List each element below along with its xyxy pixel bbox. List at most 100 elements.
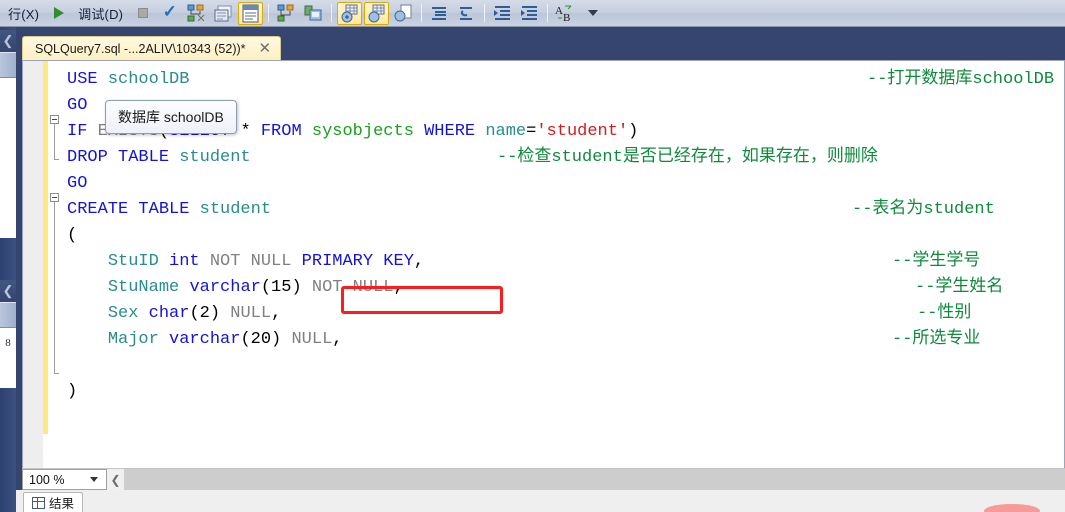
editor-fold-column[interactable] xyxy=(48,61,64,504)
results-to-file-alt-button[interactable] xyxy=(391,2,416,25)
client-statistics-icon xyxy=(304,5,322,20)
code-token: GO xyxy=(67,174,88,193)
parse-button[interactable]: ✓ xyxy=(157,2,182,25)
spell-check-icon: A B xyxy=(555,5,572,23)
code-token: WHERE xyxy=(424,122,486,141)
decrease-indent-button[interactable] xyxy=(490,2,515,25)
fold-toggle-if-block[interactable] xyxy=(50,115,59,124)
code-token: , xyxy=(413,252,425,271)
zoom-level-combobox[interactable]: 100 % xyxy=(22,469,107,490)
code-token: = xyxy=(526,122,537,141)
stop-button[interactable] xyxy=(130,2,155,25)
spelling-button[interactable]: A B xyxy=(553,2,578,25)
results-to-text-button[interactable] xyxy=(238,1,264,25)
fold-bracket-line-1 xyxy=(54,124,55,160)
code-token: (20) xyxy=(240,330,292,349)
zoom-level-value: 100 % xyxy=(29,472,65,487)
include-client-statistics-button[interactable] xyxy=(301,2,326,25)
stop-square-icon xyxy=(137,8,148,18)
execute-button[interactable] xyxy=(46,2,71,25)
code-token: StuName xyxy=(107,278,190,297)
code-comment: --学生姓名 xyxy=(915,278,1004,297)
results-to-file-button[interactable] xyxy=(364,1,390,25)
code-token: DROP TABLE xyxy=(67,148,180,167)
chevron-left-icon-scroll: ❮ xyxy=(110,472,121,487)
code-token: CREATE TABLE xyxy=(67,200,200,219)
code-token: NULL xyxy=(291,330,333,349)
display-estimated-plan-button[interactable] xyxy=(184,2,209,25)
tooltip-text: 数据库 schoolDB xyxy=(118,109,224,125)
chevron-down-icon xyxy=(587,10,598,16)
code-token: NOT NULL xyxy=(209,252,302,271)
increase-indent-button[interactable] xyxy=(517,2,542,25)
properties-tab[interactable] xyxy=(0,302,16,328)
code-token: ( xyxy=(67,226,78,245)
fold-bracket-line-2 xyxy=(54,202,55,374)
hscroll-left-button[interactable]: ❮ xyxy=(107,469,124,490)
intellisense-tooltip: 数据库 schoolDB xyxy=(105,100,237,134)
comment-lines-icon xyxy=(432,6,447,20)
svg-text:A: A xyxy=(555,5,563,17)
code-token: StuID xyxy=(107,252,170,271)
editor-status-bar: 100 % ❮ xyxy=(22,468,1065,490)
code-line: Sex char(2) NULL, --性别 xyxy=(67,301,1062,327)
document-tab-sqlquery7[interactable]: SQLQuery7.sql -...2ALIV\10343 (52))* ✕ xyxy=(22,36,282,61)
query-toolbar: 行(X) 调试(D) ✓ A B xyxy=(0,0,1065,27)
code-comment: --表名为student xyxy=(852,200,995,219)
estimated-plan-icon xyxy=(187,4,205,21)
code-token: FROM xyxy=(260,122,312,141)
code-line: DROP TABLE student --检查student是否已经存在，如果存在… xyxy=(67,145,1062,171)
code-token: student xyxy=(199,200,272,219)
menu-debug[interactable]: 调试(D) xyxy=(72,4,129,23)
code-comment: --打开数据库schoolDB xyxy=(867,70,1055,89)
code-line: GO xyxy=(67,171,1062,197)
dock-stub-number: 8 xyxy=(5,337,11,349)
code-token: char xyxy=(148,304,190,323)
include-actual-plan-button[interactable] xyxy=(274,2,299,25)
results-tab[interactable]: 结果 xyxy=(23,492,84,512)
svg-text:B: B xyxy=(563,12,570,23)
uncomment-lines-icon xyxy=(460,6,473,20)
results-panel-bar: 结果 xyxy=(16,490,1065,512)
document-tab-title: SQLQuery7.sql -...2ALIV\10343 (52))* xyxy=(35,42,246,56)
chevron-left-icon: ❮ xyxy=(2,33,14,48)
toolbar-overflow-button[interactable] xyxy=(580,2,605,25)
object-explorer-tab[interactable] xyxy=(0,52,16,78)
code-token: , xyxy=(332,330,343,349)
code-token: (2) xyxy=(189,304,231,323)
toolbar-divider-3 xyxy=(421,4,423,22)
comment-lines-button[interactable] xyxy=(427,2,452,25)
hscroll-track[interactable] xyxy=(124,469,1065,490)
code-line: USE schoolDB --打开数据库schoolDB xyxy=(67,67,1062,93)
query-options-button[interactable] xyxy=(211,2,236,25)
results-to-grid-button[interactable] xyxy=(337,1,363,25)
code-comment: --检查student是否已经存在，如果存在，则删除 xyxy=(497,148,878,167)
fold-bracket-foot-2 xyxy=(54,373,59,374)
code-token: varchar xyxy=(169,330,241,349)
properties-expand-button[interactable]: ❮ xyxy=(0,280,16,302)
fold-bracket-foot-1 xyxy=(54,159,59,160)
code-token: Major xyxy=(107,330,170,349)
close-icon[interactable]: ✕ xyxy=(256,41,275,58)
results-to-text-icon xyxy=(242,4,259,22)
code-token: PRIMARY KEY xyxy=(301,252,414,271)
play-icon xyxy=(53,7,64,19)
decorative-blob xyxy=(984,504,1040,512)
document-area: SQLQuery7.sql -...2ALIV\10343 (52))* ✕ U… xyxy=(16,27,1065,512)
uncomment-lines-button[interactable] xyxy=(454,2,479,25)
results-to-file-icon xyxy=(368,4,385,22)
code-token: NULL xyxy=(230,304,272,323)
fold-toggle-create-block[interactable] xyxy=(50,193,59,202)
toolbar-divider-2 xyxy=(331,4,333,22)
code-token: ) xyxy=(67,382,78,401)
sql-editor[interactable]: USE schoolDB--打开数据库schoolDBGOIF EXISTS(S… xyxy=(22,60,1065,505)
code-token: Sex xyxy=(107,304,149,323)
menu-run[interactable]: 行(X) xyxy=(2,4,45,23)
code-token: name xyxy=(485,122,527,141)
toolbar-divider-4 xyxy=(484,4,486,22)
object-explorer-expand-button[interactable]: ❮ xyxy=(0,30,16,52)
ssms-window: 行(X) 调试(D) ✓ A B ❮ ❮ 8 SQLQuery7.sql -..… xyxy=(0,0,1065,512)
